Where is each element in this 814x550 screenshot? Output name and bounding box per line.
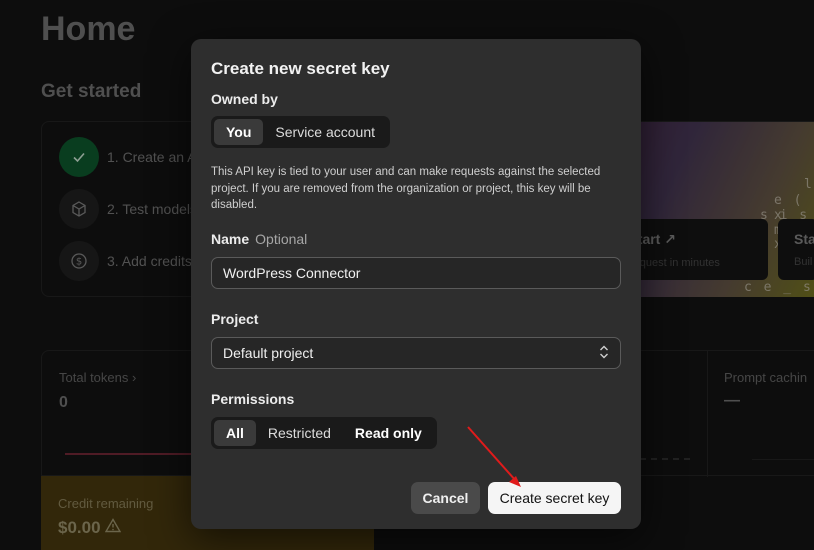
owner-option-service-account[interactable]: Service account bbox=[263, 119, 387, 145]
owned-by-label: Owned by bbox=[211, 91, 278, 107]
optional-hint: Optional bbox=[255, 231, 308, 247]
name-label: Name Optional bbox=[211, 231, 308, 247]
owner-option-you[interactable]: You bbox=[214, 119, 264, 145]
project-select[interactable]: Default project bbox=[211, 337, 621, 369]
modal-title: Create new secret key bbox=[211, 59, 390, 78]
permission-option-all[interactable]: All bbox=[214, 420, 256, 446]
chevron-up-down-icon bbox=[599, 345, 609, 362]
project-selected-value: Default project bbox=[223, 345, 314, 361]
project-label: Project bbox=[211, 311, 259, 327]
create-secret-key-modal: Create new secret key Owned by You Servi… bbox=[191, 39, 641, 529]
permissions-label: Permissions bbox=[211, 391, 295, 407]
permission-option-read-only[interactable]: Read only bbox=[343, 420, 434, 446]
owner-description: This API key is tied to your user and ca… bbox=[211, 166, 601, 211]
name-input[interactable] bbox=[211, 257, 621, 289]
create-secret-key-button[interactable]: Create secret key bbox=[488, 482, 621, 514]
cancel-button[interactable]: Cancel bbox=[411, 482, 480, 514]
owned-by-toggle: You Service account bbox=[211, 116, 391, 148]
permissions-toggle: All Restricted Read only bbox=[211, 417, 437, 449]
permission-option-restricted[interactable]: Restricted bbox=[256, 420, 343, 446]
